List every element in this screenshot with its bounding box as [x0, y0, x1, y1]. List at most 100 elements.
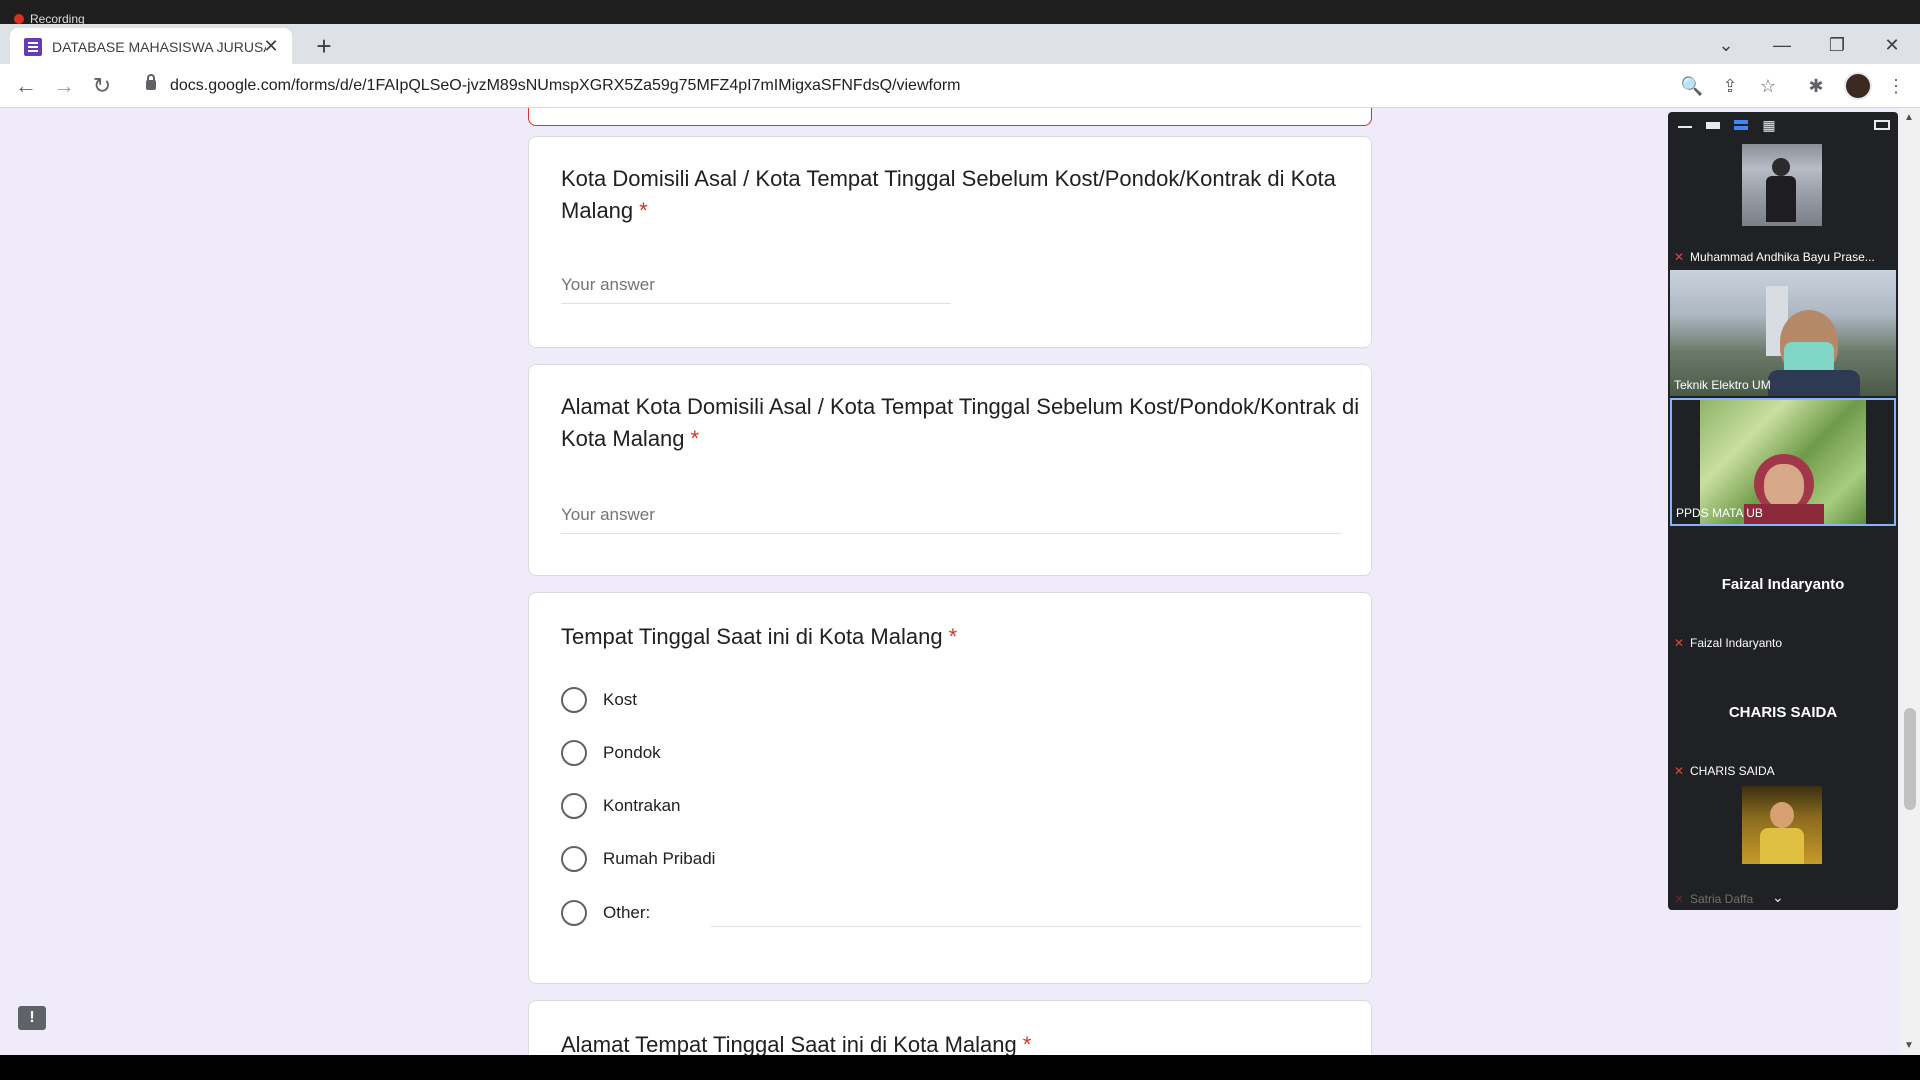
back-button[interactable]: ← [12, 72, 40, 100]
screen: Recording DATABASE MAHASISWA JURUSA ✕ + … [0, 0, 1920, 1080]
radio-label: Other: [603, 903, 651, 922]
forward-button[interactable]: → [50, 72, 78, 100]
question-card-tempat-tinggal: Tempat Tinggal Saat ini di Kota Malang * … [528, 592, 1372, 984]
mic-muted-icon: ✕ [1674, 892, 1685, 906]
new-tab-button[interactable]: + [310, 33, 338, 61]
browser-tab[interactable]: DATABASE MAHASISWA JURUSA ✕ [10, 28, 292, 64]
participant-name-row: ✕ Muhammad Andhika Bayu Prase... [1674, 250, 1875, 264]
participant-video [1742, 786, 1822, 864]
radio-label: Kost [603, 690, 638, 709]
answer-underline [561, 303, 951, 304]
radio-button[interactable] [561, 900, 587, 926]
scrollbar-thumb[interactable] [1904, 708, 1916, 810]
answer-input[interactable]: Your answer [561, 505, 655, 525]
lock-icon [146, 74, 156, 90]
radio-label: Kontrakan [603, 796, 681, 815]
participant-name-row: PPDS MATA UB [1676, 506, 1763, 520]
participant-display-name: Faizal Indaryanto [1721, 576, 1845, 593]
url-text[interactable]: docs.google.com/forms/d/e/1FAIpQLSeO-jvz… [170, 77, 961, 95]
mic-muted-icon: ✕ [1674, 636, 1685, 650]
question-title: Alamat Tempat Tinggal Saat ini di Kota M… [561, 1029, 1031, 1055]
participant-display-name: CHARIS SAIDA [1728, 704, 1838, 721]
other-text-input[interactable] [711, 926, 1361, 927]
browser-menu-icon[interactable]: ⋮ [1884, 74, 1908, 98]
participant-name-row: ✕ CHARIS SAIDA [1674, 764, 1775, 778]
participant-video [1742, 144, 1822, 226]
answer-input[interactable]: Your answer [561, 275, 655, 295]
meeting-toolbar: ▦ [1668, 112, 1898, 140]
question-title-line: Malang [561, 198, 634, 223]
participant-tile[interactable]: Faizal Indaryanto ✕ Faizal Indaryanto [1670, 528, 1896, 654]
participant-name: CHARIS SAIDA [1690, 764, 1775, 778]
question-title-line: Kota Malang [561, 426, 685, 451]
scroll-up-icon[interactable]: ▲ [1904, 112, 1914, 123]
radio-button[interactable] [561, 793, 587, 819]
restore-window-button[interactable]: ❐ [1817, 30, 1857, 60]
browser-toolbar: ← → ↻ docs.google.com/forms/d/e/1FAIpQLS… [0, 64, 1920, 108]
participant-name-row: ✕ Satria Daffa [1674, 892, 1753, 906]
recording-bar: Recording [0, 0, 1920, 26]
radio-button[interactable] [561, 740, 587, 766]
chevron-down-icon[interactable]: ⌄ [1772, 889, 1784, 906]
participant-tile[interactable]: Teknik Elektro UM [1670, 270, 1896, 396]
feedback-icon[interactable]: ! [18, 1006, 46, 1030]
tab-strip: DATABASE MAHASISWA JURUSA ✕ + ⌄ — ❐ ✕ [0, 24, 1920, 64]
required-asterisk: * [639, 198, 648, 223]
participant-tile[interactable]: PPDS MATA UB [1670, 398, 1896, 526]
question-title-line: Alamat Tempat Tinggal Saat ini di Kota M… [561, 1032, 1017, 1055]
previous-question-card [528, 108, 1372, 126]
form-page: Kota Domisili Asal / Kota Tempat Tinggal… [0, 108, 1920, 1055]
zoom-icon[interactable]: 🔍 [1680, 74, 1704, 98]
question-title-line: Tempat Tinggal Saat ini di Kota Malang [561, 624, 943, 649]
recording-dot-icon [14, 14, 24, 24]
radio-label: Rumah Pribadi [603, 849, 716, 868]
participant-tile[interactable]: ✕ Muhammad Andhika Bayu Prase... [1670, 142, 1896, 268]
participant-name: Muhammad Andhika Bayu Prase... [1690, 250, 1875, 264]
question-title-line: Kota Domisili Asal / Kota Tempat Tinggal… [561, 166, 1336, 191]
participant-name: Satria Daffa [1690, 892, 1754, 906]
participant-name: PPDS MATA UB [1676, 506, 1763, 520]
participant-name: Teknik Elektro UM [1674, 378, 1771, 392]
question-card-alamat-saat-ini: Alamat Tempat Tinggal Saat ini di Kota M… [528, 1000, 1372, 1055]
tab-title: DATABASE MAHASISWA JURUSA [52, 39, 266, 55]
page-scrollbar[interactable]: ▲ ▼ [1900, 108, 1920, 1055]
mic-muted-icon: ✕ [1674, 250, 1685, 264]
required-asterisk: * [1022, 1032, 1032, 1055]
strip-view-icon[interactable] [1734, 118, 1748, 132]
reload-button[interactable]: ↻ [88, 72, 116, 100]
radio-button[interactable] [561, 687, 587, 713]
tab-search-icon[interactable]: ⌄ [1706, 30, 1746, 60]
pip-icon[interactable] [1874, 118, 1890, 132]
participant-name-row: ✕ Faizal Indaryanto [1674, 636, 1782, 650]
close-window-button[interactable]: ✕ [1872, 30, 1912, 60]
participant-name: Faizal Indaryanto [1690, 636, 1783, 650]
question-card-kota-domisili: Kota Domisili Asal / Kota Tempat Tinggal… [528, 136, 1372, 348]
speaker-view-icon[interactable] [1706, 118, 1720, 132]
question-title-line: Alamat Kota Domisili Asal / Kota Tempat … [561, 394, 1360, 419]
radio-label: Pondok [603, 743, 661, 762]
radio-option-other[interactable]: Other: [561, 898, 1361, 928]
profile-avatar[interactable] [1844, 72, 1872, 100]
answer-underline [561, 533, 1341, 534]
required-asterisk: * [690, 426, 700, 451]
question-title: Alamat Kota Domisili Asal / Kota Tempat … [561, 391, 1359, 455]
participant-tile[interactable]: CHARIS SAIDA ✕ CHARIS SAIDA [1670, 656, 1896, 782]
radio-button[interactable] [561, 846, 587, 872]
required-asterisk: * [948, 624, 958, 649]
extensions-icon[interactable]: ✱ [1804, 74, 1828, 98]
mic-muted-icon: ✕ [1674, 764, 1685, 778]
share-icon[interactable]: ⇪ [1718, 74, 1742, 98]
minimize-view-icon[interactable] [1678, 118, 1692, 132]
google-forms-icon [24, 38, 42, 56]
gallery-view-icon[interactable]: ▦ [1762, 118, 1776, 132]
scroll-down-icon[interactable]: ▼ [1904, 1040, 1914, 1051]
question-title: Kota Domisili Asal / Kota Tempat Tinggal… [561, 163, 1336, 227]
tab-close-icon[interactable]: ✕ [260, 35, 282, 57]
minimize-window-button[interactable]: — [1762, 30, 1802, 60]
question-title: Tempat Tinggal Saat ini di Kota Malang * [561, 621, 957, 653]
bookmark-star-icon[interactable]: ☆ [1756, 74, 1780, 98]
participant-name-row: Teknik Elektro UM [1674, 378, 1771, 392]
address-bar[interactable]: docs.google.com/forms/d/e/1FAIpQLSeO-jvz… [130, 70, 1690, 102]
question-card-alamat-domisili: Alamat Kota Domisili Asal / Kota Tempat … [528, 364, 1372, 576]
meeting-participants-panel: ▦ ✕ Muhammad Andhika Bayu Prase... Teknik… [1668, 112, 1898, 910]
